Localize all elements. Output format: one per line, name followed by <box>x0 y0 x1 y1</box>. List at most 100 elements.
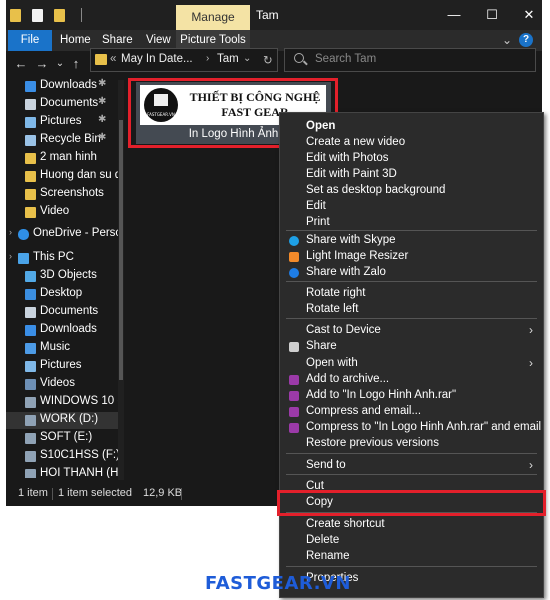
menu-item-delete[interactable]: Delete <box>280 533 543 549</box>
menu-item-label: Rotate left <box>306 303 359 315</box>
nav-label: Documents <box>40 97 99 109</box>
nav-scrollbar[interactable] <box>118 80 124 480</box>
folder-icon <box>25 153 36 164</box>
search-input[interactable]: Search Tam <box>284 48 536 72</box>
nav-item-this-pc[interactable]: › This PC <box>6 250 124 267</box>
nav-item-drive-d[interactable]: WORK (D:) <box>6 412 124 429</box>
nav-item-drive-h[interactable]: HOI THANH (H:) <box>6 466 124 478</box>
nav-item-video[interactable]: Video <box>6 204 124 221</box>
menu-item-label: Print <box>306 216 330 228</box>
menu-item-cast-to-device[interactable]: Cast to Device › <box>280 323 543 339</box>
menu-item-rename[interactable]: Rename <box>280 549 543 565</box>
up-button[interactable]: ↑ <box>68 55 84 73</box>
nav-item-huong-dan[interactable]: Huong dan su d <box>6 168 124 185</box>
nav-item-onedrive[interactable]: › OneDrive - Persor <box>6 226 124 243</box>
address-overflow[interactable]: « <box>110 53 116 65</box>
nav-item-drive-f[interactable]: S10C1HSS (F:) <box>6 448 124 465</box>
refresh-button[interactable]: ↻ <box>263 53 273 67</box>
expand-ribbon-icon[interactable]: ⌄ <box>502 33 512 47</box>
nav-item-2-man-hinh[interactable]: 2 man hinh <box>6 150 124 167</box>
back-button[interactable]: ← <box>13 55 29 73</box>
nav-item-drive-e[interactable]: SOFT (E:) <box>6 430 124 447</box>
status-divider <box>52 488 53 500</box>
nav-item-documents-pc[interactable]: Documents <box>6 304 124 321</box>
menu-item-share-with-zalo[interactable]: Share with Zalo <box>280 265 543 281</box>
address-dropdown-icon[interactable]: ⌄ <box>243 53 251 64</box>
nav-item-screenshots[interactable]: Screenshots <box>6 186 124 203</box>
breadcrumb-may-in-date[interactable]: May In Date... <box>121 53 193 65</box>
menu-item-open-with[interactable]: Open with › <box>280 356 543 372</box>
menu-item-print[interactable]: Print <box>280 215 543 231</box>
forward-button[interactable]: → <box>34 55 50 73</box>
zalo-icon <box>289 268 299 278</box>
nav-item-documents[interactable]: Documents ✱ <box>6 96 124 113</box>
menu-item-label: Add to archive... <box>306 373 390 385</box>
menu-item-create-a-new-video[interactable]: Create a new video <box>280 135 543 151</box>
menu-item-light-image-resizer[interactable]: Light Image Resizer <box>280 249 543 265</box>
menu-item-send-to[interactable]: Send to › <box>280 458 543 474</box>
nav-item-downloads[interactable]: Downloads ✱ <box>6 78 124 95</box>
menu-item-rotate-right[interactable]: Rotate right <box>280 286 543 302</box>
menu-item-compress-and-email[interactable]: Compress and email... <box>280 404 543 420</box>
menu-item-label: Share with Zalo <box>306 266 386 278</box>
menu-item-label: Add to "In Logo Hinh Anh.rar" <box>306 389 457 401</box>
menu-item-edit[interactable]: Edit <box>280 199 543 215</box>
nav-scrollbar-thumb[interactable] <box>119 120 123 380</box>
help-icon[interactable]: ? <box>519 33 533 47</box>
menu-separator <box>286 318 537 319</box>
properties-icon[interactable] <box>32 9 43 22</box>
menu-item-share-with-skype[interactable]: Share with Skype <box>280 233 543 249</box>
menu-item-add-to-in-logo-hinh-anh-rar[interactable]: Add to "In Logo Hinh Anh.rar" <box>280 388 543 404</box>
nav-label: Pictures <box>40 115 82 127</box>
manage-tab[interactable]: Manage <box>176 5 250 30</box>
menu-item-create-shortcut[interactable]: Create shortcut <box>280 517 543 533</box>
drive-icon <box>25 397 36 408</box>
nav-label: Desktop <box>40 287 83 299</box>
title-bar: Manage Tam — ☐ ✕ <box>6 0 542 30</box>
expand-chevron-icon[interactable]: › <box>9 227 12 237</box>
menu-item-edit-with-photos[interactable]: Edit with Photos <box>280 151 543 167</box>
menu-separator <box>286 474 537 475</box>
nav-label: OneDrive - Persor <box>33 227 124 239</box>
onedrive-icon <box>18 229 29 240</box>
breadcrumb-tam[interactable]: Tam <box>217 53 239 65</box>
menu-item-open[interactable]: Open <box>280 119 543 135</box>
nav-item-pictures[interactable]: Pictures ✱ <box>6 114 124 131</box>
nav-item-pictures-pc[interactable]: Pictures <box>6 358 124 375</box>
menu-item-rotate-left[interactable]: Rotate left <box>280 302 543 318</box>
drive-icon <box>25 469 36 478</box>
nav-label: Videos <box>40 377 75 389</box>
menu-item-set-as-desktop-background[interactable]: Set as desktop background <box>280 183 543 199</box>
menu-item-add-to-archive[interactable]: Add to archive... <box>280 372 543 388</box>
address-input[interactable]: « May In Date... › Tam ⌄ ↻ <box>90 48 278 72</box>
nav-label: Huong dan su d <box>40 169 122 181</box>
tab-file[interactable]: File <box>8 30 52 51</box>
documents-icon <box>25 307 36 318</box>
nav-item-videos[interactable]: Videos <box>6 376 124 393</box>
minimize-button[interactable]: — <box>444 6 464 24</box>
menu-item-share[interactable]: Share <box>280 339 543 355</box>
menu-item-label: Edit with Photos <box>306 152 389 164</box>
menu-item-label: Compress to "In Logo Hinh Anh.rar" and e… <box>306 421 542 433</box>
menu-item-label: Share <box>306 340 337 352</box>
nav-item-drive-c[interactable]: WINDOWS 10 (C <box>6 394 124 411</box>
pin-icon: ✱ <box>98 78 107 89</box>
nav-item-downloads-pc[interactable]: Downloads <box>6 322 124 339</box>
menu-item-edit-with-paint-3d[interactable]: Edit with Paint 3D <box>280 167 543 183</box>
search-icon <box>294 53 304 63</box>
folder-icon <box>95 54 107 65</box>
nav-label: Documents <box>40 305 99 317</box>
maximize-button[interactable]: ☐ <box>482 6 502 24</box>
expand-chevron-icon[interactable]: › <box>9 251 12 261</box>
nav-item-3d-objects[interactable]: 3D Objects <box>6 268 124 285</box>
breadcrumb-separator[interactable]: › <box>206 53 209 64</box>
nav-item-music[interactable]: Music <box>6 340 124 357</box>
close-button[interactable]: ✕ <box>519 6 539 24</box>
new-folder-icon[interactable] <box>54 9 65 22</box>
nav-item-desktop[interactable]: Desktop <box>6 286 124 303</box>
recent-locations-button[interactable]: ⌄ <box>52 55 68 73</box>
folder-icon <box>25 189 36 200</box>
nav-item-recycle-bin[interactable]: Recycle Bin ✱ <box>6 132 124 149</box>
menu-item-restore-previous-versions[interactable]: Restore previous versions <box>280 436 543 452</box>
menu-item-compress-to-in-logo-hinh-anh-rar-and-email[interactable]: Compress to "In Logo Hinh Anh.rar" and e… <box>280 420 543 436</box>
